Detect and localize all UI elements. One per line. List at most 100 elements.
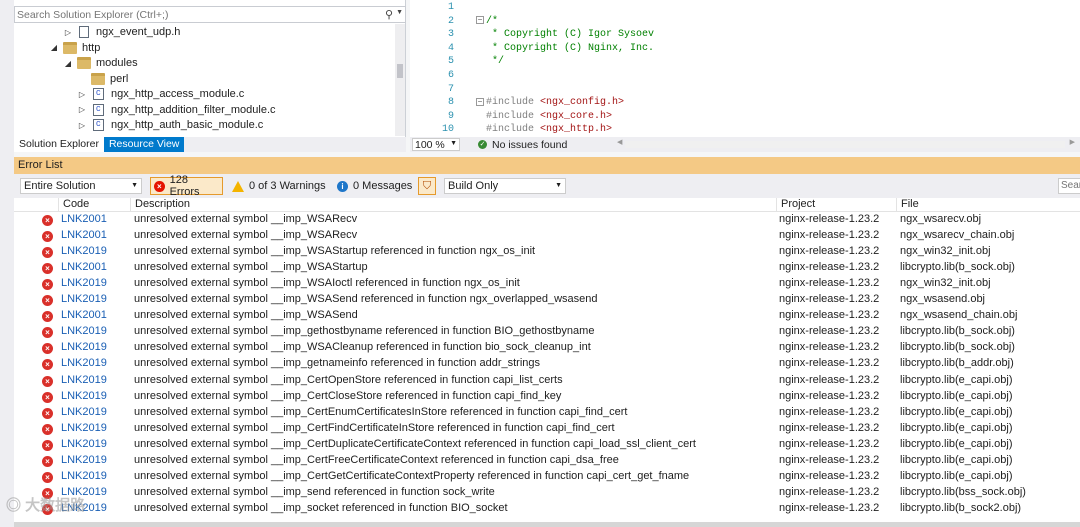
error-row[interactable]: × LNK2019 unresolved external symbol __imp… xyxy=(14,469,1080,485)
error-search-input[interactable] xyxy=(1061,180,1080,191)
column-project[interactable]: Project xyxy=(776,198,896,212)
error-code-link[interactable]: LNK2019 xyxy=(61,293,107,305)
expander-icon[interactable]: ▷ xyxy=(76,105,88,114)
line-number: 1 xyxy=(447,2,454,13)
error-row[interactable]: × LNK2001 unresolved external symbol __imp… xyxy=(14,212,1080,228)
error-row[interactable]: × LNK2019 unresolved external symbol __imp… xyxy=(14,276,1080,292)
error-list-search[interactable] xyxy=(1058,178,1080,194)
tree-item[interactable]: ▷ ngx_http_access_module.c xyxy=(76,86,244,102)
chevron-down-icon[interactable]: ▼ xyxy=(396,9,403,16)
expander-icon[interactable]: ◢ xyxy=(48,43,60,52)
column-code[interactable]: Code xyxy=(58,198,133,212)
error-row[interactable]: × LNK2019 unresolved external symbol __imp… xyxy=(14,356,1080,372)
error-code-link[interactable]: LNK2019 xyxy=(61,341,107,353)
error-icon: × xyxy=(42,391,53,403)
errors-filter-button[interactable]: × 128 Errors xyxy=(150,174,223,198)
error-list-horizontal-scrollbar[interactable] xyxy=(14,522,1080,527)
error-row[interactable]: × LNK2019 unresolved external symbol __imp… xyxy=(14,421,1080,437)
warnings-filter-button[interactable]: 0 of 3 Warnings xyxy=(229,177,329,195)
error-row[interactable]: × LNK2019 unresolved external symbol __imp… xyxy=(14,292,1080,308)
error-row[interactable]: × LNK2019 unresolved external symbol __imp… xyxy=(14,324,1080,340)
error-row[interactable]: × LNK2019 unresolved external symbol __imp… xyxy=(14,389,1080,405)
error-code-link[interactable]: LNK2019 xyxy=(61,406,107,418)
code-line[interactable]: * Copyright (C) Igor Sysoev xyxy=(486,29,654,40)
error-row[interactable]: × LNK2019 unresolved external symbol __imp… xyxy=(14,453,1080,469)
error-description: unresolved external symbol __imp_getname… xyxy=(134,357,541,370)
error-row[interactable]: × LNK2019 unresolved external symbol __imp… xyxy=(14,244,1080,260)
tree-item[interactable]: ▷ ngx_event_udp.h xyxy=(62,24,180,40)
error-code-link[interactable]: LNK2019 xyxy=(61,245,107,257)
code-line[interactable]: #include <ngx_http.h> xyxy=(486,124,612,135)
scope-select[interactable]: Entire Solution ▼ xyxy=(20,178,142,194)
expander-icon[interactable]: ◢ xyxy=(62,59,74,68)
error-code-link[interactable]: LNK2019 xyxy=(61,470,107,482)
editor-status-bar: 100 % ▼ ✓ No issues found ◀ ▶ xyxy=(410,137,1080,152)
tab-resource-view[interactable]: Resource View xyxy=(103,137,185,152)
solution-search-input[interactable] xyxy=(17,8,377,21)
collapse-icon[interactable]: − xyxy=(476,98,484,106)
editor-horizontal-scrollbar[interactable]: ◀ ▶ xyxy=(617,139,1075,148)
expander-icon[interactable]: ▷ xyxy=(76,90,88,99)
error-row[interactable]: × LNK2019 unresolved external symbol __imp… xyxy=(14,405,1080,421)
error-project: nginx-release-1.23.2 xyxy=(779,357,880,370)
error-code-link[interactable]: LNK2019 xyxy=(61,374,107,386)
code-line[interactable]: /* xyxy=(486,16,498,27)
code-line[interactable]: * Copyright (C) Nginx, Inc. xyxy=(486,43,654,54)
tree-item-label: perl xyxy=(110,72,129,85)
error-row[interactable]: × LNK2019 unresolved external symbol __imp… xyxy=(14,501,1080,517)
error-row[interactable]: × LNK2019 unresolved external symbol __imp… xyxy=(14,340,1080,356)
left-strip xyxy=(0,0,14,527)
code-editor[interactable]: 1 2 3 4 5 6 7 8 9 10 /* * Copyright (C) Igor Syso… xyxy=(410,0,1080,152)
scroll-right-icon[interactable]: ▶ xyxy=(1070,138,1075,146)
expander-icon[interactable]: ▷ xyxy=(76,121,88,130)
tree-item[interactable]: ▷ ngx_http_auth_basic_module.c xyxy=(76,117,263,133)
filter-icon[interactable]: ⛉ xyxy=(418,177,436,195)
tree-item[interactable]: ◢ modules xyxy=(62,55,138,71)
messages-filter-button[interactable]: i 0 Messages xyxy=(334,177,415,195)
error-code-link[interactable]: LNK2001 xyxy=(61,229,107,241)
expander-icon[interactable]: ▷ xyxy=(62,28,74,37)
column-file[interactable]: File xyxy=(896,198,1080,212)
code-line[interactable]: */ xyxy=(486,56,504,67)
error-description: unresolved external symbol __imp_CertGet… xyxy=(134,469,690,482)
build-filter-select[interactable]: Build Only ▼ xyxy=(444,178,566,194)
error-code-link[interactable]: LNK2001 xyxy=(61,213,107,225)
code-line[interactable]: #include <ngx_core.h> xyxy=(486,111,612,122)
error-row[interactable]: × LNK2019 unresolved external symbol __imp… xyxy=(14,485,1080,501)
error-code-link[interactable]: LNK2019 xyxy=(61,454,107,466)
chevron-down-icon: ▼ xyxy=(450,140,457,147)
error-project: nginx-release-1.23.2 xyxy=(779,453,880,466)
tree-item[interactable]: perl xyxy=(76,71,128,87)
error-row[interactable]: × LNK2019 unresolved external symbol __imp… xyxy=(14,373,1080,389)
issues-indicator[interactable]: ✓ No issues found xyxy=(478,139,567,151)
column-description[interactable]: Description xyxy=(130,198,776,212)
tab-solution-explorer[interactable]: Solution Explorer xyxy=(14,137,104,152)
scrollbar-thumb[interactable] xyxy=(397,64,403,78)
code-line[interactable]: #include <ngx_config.h> xyxy=(486,97,624,108)
error-code-link[interactable]: LNK2001 xyxy=(61,309,107,321)
warning-icon xyxy=(232,180,244,192)
search-icon[interactable]: ⚲ xyxy=(385,8,393,21)
error-code-link[interactable]: LNK2019 xyxy=(61,422,107,434)
error-row[interactable]: × LNK2001 unresolved external symbol __imp… xyxy=(14,308,1080,324)
error-row[interactable]: × LNK2001 unresolved external symbol __imp… xyxy=(14,260,1080,276)
error-code-link[interactable]: LNK2019 xyxy=(61,438,107,450)
collapse-icon[interactable]: − xyxy=(476,16,484,24)
error-list-panel: Error List Entire Solution ▼ × 128 Error… xyxy=(14,157,1080,527)
scroll-left-icon[interactable]: ◀ xyxy=(617,138,622,146)
error-row[interactable]: × LNK2019 unresolved external symbol __imp… xyxy=(14,437,1080,453)
tree-item[interactable]: ▷ ngx_http_addition_filter_module.c xyxy=(76,102,276,118)
error-file: libcrypto.lib(b_sock.obj) xyxy=(900,261,1015,274)
tree-item[interactable]: ◢ http xyxy=(48,40,100,56)
zoom-select[interactable]: 100 % ▼ xyxy=(412,138,460,151)
solution-tree-scrollbar[interactable] xyxy=(395,24,405,136)
error-code-link[interactable]: LNK2019 xyxy=(61,325,107,337)
error-row[interactable]: × LNK2001 unresolved external symbol __imp… xyxy=(14,228,1080,244)
error-code-link[interactable]: LNK2019 xyxy=(61,390,107,402)
error-code-link[interactable]: LNK2019 xyxy=(61,277,107,289)
error-code-link[interactable]: LNK2001 xyxy=(61,261,107,273)
solution-search-box[interactable]: ⚲ ▼ xyxy=(14,6,406,23)
error-description: unresolved external symbol __imp_send re… xyxy=(134,485,495,498)
error-code-link[interactable]: LNK2019 xyxy=(61,357,107,369)
check-icon: ✓ xyxy=(478,140,487,149)
